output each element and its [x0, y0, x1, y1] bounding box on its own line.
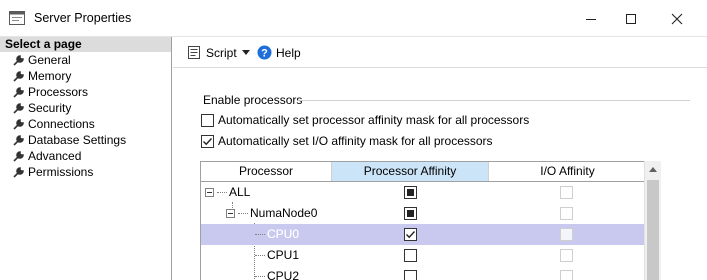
scroll-up-icon[interactable]: [649, 167, 657, 172]
processor-name: CPU0: [267, 227, 300, 241]
collapse-icon[interactable]: [205, 187, 214, 197]
sidebar-item-database-settings[interactable]: Database Settings: [0, 132, 171, 148]
auto-processor-affinity-checkbox[interactable]: [201, 113, 214, 127]
close-button[interactable]: [654, 0, 700, 37]
sidebar-item-processors[interactable]: Processors: [0, 84, 171, 100]
io-affinity-checkbox: [560, 249, 573, 262]
title-bar: Server Properties: [0, 0, 707, 37]
column-header-io-affinity[interactable]: I/O Affinity: [489, 162, 646, 181]
grid-row-cpu0[interactable]: CPU0: [201, 224, 645, 245]
auto-io-affinity-option[interactable]: Automatically set I/O affinity mask for …: [201, 134, 493, 148]
auto-io-affinity-checkbox[interactable]: [201, 134, 214, 148]
grid-vertical-scrollbar[interactable]: [644, 161, 661, 280]
help-button[interactable]: ? Help: [257, 44, 301, 61]
wrench-icon: [13, 102, 24, 114]
processor-grid: Processor Processor Affinity I/O Affinit…: [200, 161, 660, 280]
close-icon: [671, 13, 683, 24]
grid-row-numanode0[interactable]: NumaNode0: [201, 203, 645, 224]
help-icon: ?: [257, 45, 272, 60]
processor-name: CPU1: [267, 248, 300, 262]
sidebar-item-label: Database Settings: [28, 133, 127, 147]
page-list: General Memory Processors Security Conne…: [0, 52, 171, 180]
sidebar-item-label: Security: [28, 101, 72, 115]
checkmark-icon: [203, 137, 213, 145]
script-button[interactable]: Script: [187, 44, 237, 61]
script-dropdown-icon[interactable]: [242, 50, 250, 55]
processor-name: ALL: [229, 185, 251, 199]
window-title: Server Properties: [34, 11, 132, 25]
processor-affinity-checkbox[interactable]: [404, 207, 417, 220]
io-affinity-checkbox: [560, 186, 573, 199]
io-affinity-checkbox: [560, 228, 573, 241]
grid-row-cpu1[interactable]: CPU1: [201, 245, 645, 266]
processors-page: Enable processors Automatically set proc…: [173, 68, 707, 280]
sidebar-item-label: Memory: [28, 69, 72, 83]
sidebar-item-label: Connections: [28, 117, 95, 131]
processor-affinity-checkbox[interactable]: [404, 249, 417, 262]
column-header-processor[interactable]: Processor: [201, 162, 332, 181]
select-page-pane: Select a page General Memory Processors …: [0, 37, 172, 280]
processor-affinity-checkbox[interactable]: [404, 270, 417, 280]
group-divider: [298, 100, 690, 101]
sidebar-item-advanced[interactable]: Advanced: [0, 148, 171, 164]
wrench-icon: [13, 54, 24, 66]
wrench-icon: [13, 118, 24, 130]
script-label: Script: [206, 45, 237, 60]
processor-affinity-checkbox[interactable]: [404, 228, 417, 241]
select-page-header: Select a page: [0, 37, 171, 52]
auto-processor-affinity-option[interactable]: Automatically set processor affinity mas…: [201, 113, 529, 127]
wrench-icon: [13, 150, 24, 162]
column-header-processor-affinity[interactable]: Processor Affinity: [332, 162, 489, 181]
sidebar-item-label: Permissions: [28, 165, 94, 179]
scroll-thumb[interactable]: [647, 180, 659, 280]
processor-affinity-checkbox[interactable]: [404, 186, 417, 199]
svg-text:?: ?: [261, 48, 268, 60]
wrench-icon: [13, 70, 24, 82]
sidebar-item-permissions[interactable]: Permissions: [0, 164, 171, 180]
script-icon: [188, 46, 200, 59]
minimize-icon: [586, 18, 596, 20]
wrench-icon: [13, 166, 24, 178]
auto-io-affinity-label: Automatically set I/O affinity mask for …: [218, 134, 493, 148]
wrench-icon: [13, 134, 24, 146]
toolbar: Script ? Help: [173, 37, 707, 68]
sidebar-item-label: General: [28, 53, 71, 67]
grid-header: Processor Processor Affinity I/O Affinit…: [201, 162, 659, 182]
sidebar-item-connections[interactable]: Connections: [0, 116, 171, 132]
maximize-icon: [626, 13, 636, 24]
server-properties-app-icon: [9, 11, 25, 25]
grid-row-cpu2[interactable]: CPU2: [201, 266, 645, 280]
sidebar-item-security[interactable]: Security: [0, 100, 171, 116]
grid-row-all[interactable]: ALL: [201, 182, 645, 203]
enable-processors-label: Enable processors: [203, 93, 303, 107]
sidebar-item-general[interactable]: General: [0, 52, 171, 68]
collapse-icon[interactable]: [226, 208, 235, 218]
io-affinity-checkbox: [560, 270, 573, 280]
wrench-icon: [13, 86, 24, 98]
sidebar-item-label: Advanced: [28, 149, 82, 163]
processor-name: NumaNode0: [250, 206, 318, 220]
io-affinity-checkbox: [560, 207, 573, 220]
processor-name: CPU2: [267, 269, 300, 280]
sidebar-item-memory[interactable]: Memory: [0, 68, 171, 84]
checkmark-icon: [406, 231, 416, 239]
help-label: Help: [276, 45, 301, 60]
auto-processor-affinity-label: Automatically set processor affinity mas…: [218, 113, 530, 127]
maximize-button[interactable]: [608, 0, 654, 37]
sidebar-item-label: Processors: [28, 85, 89, 99]
